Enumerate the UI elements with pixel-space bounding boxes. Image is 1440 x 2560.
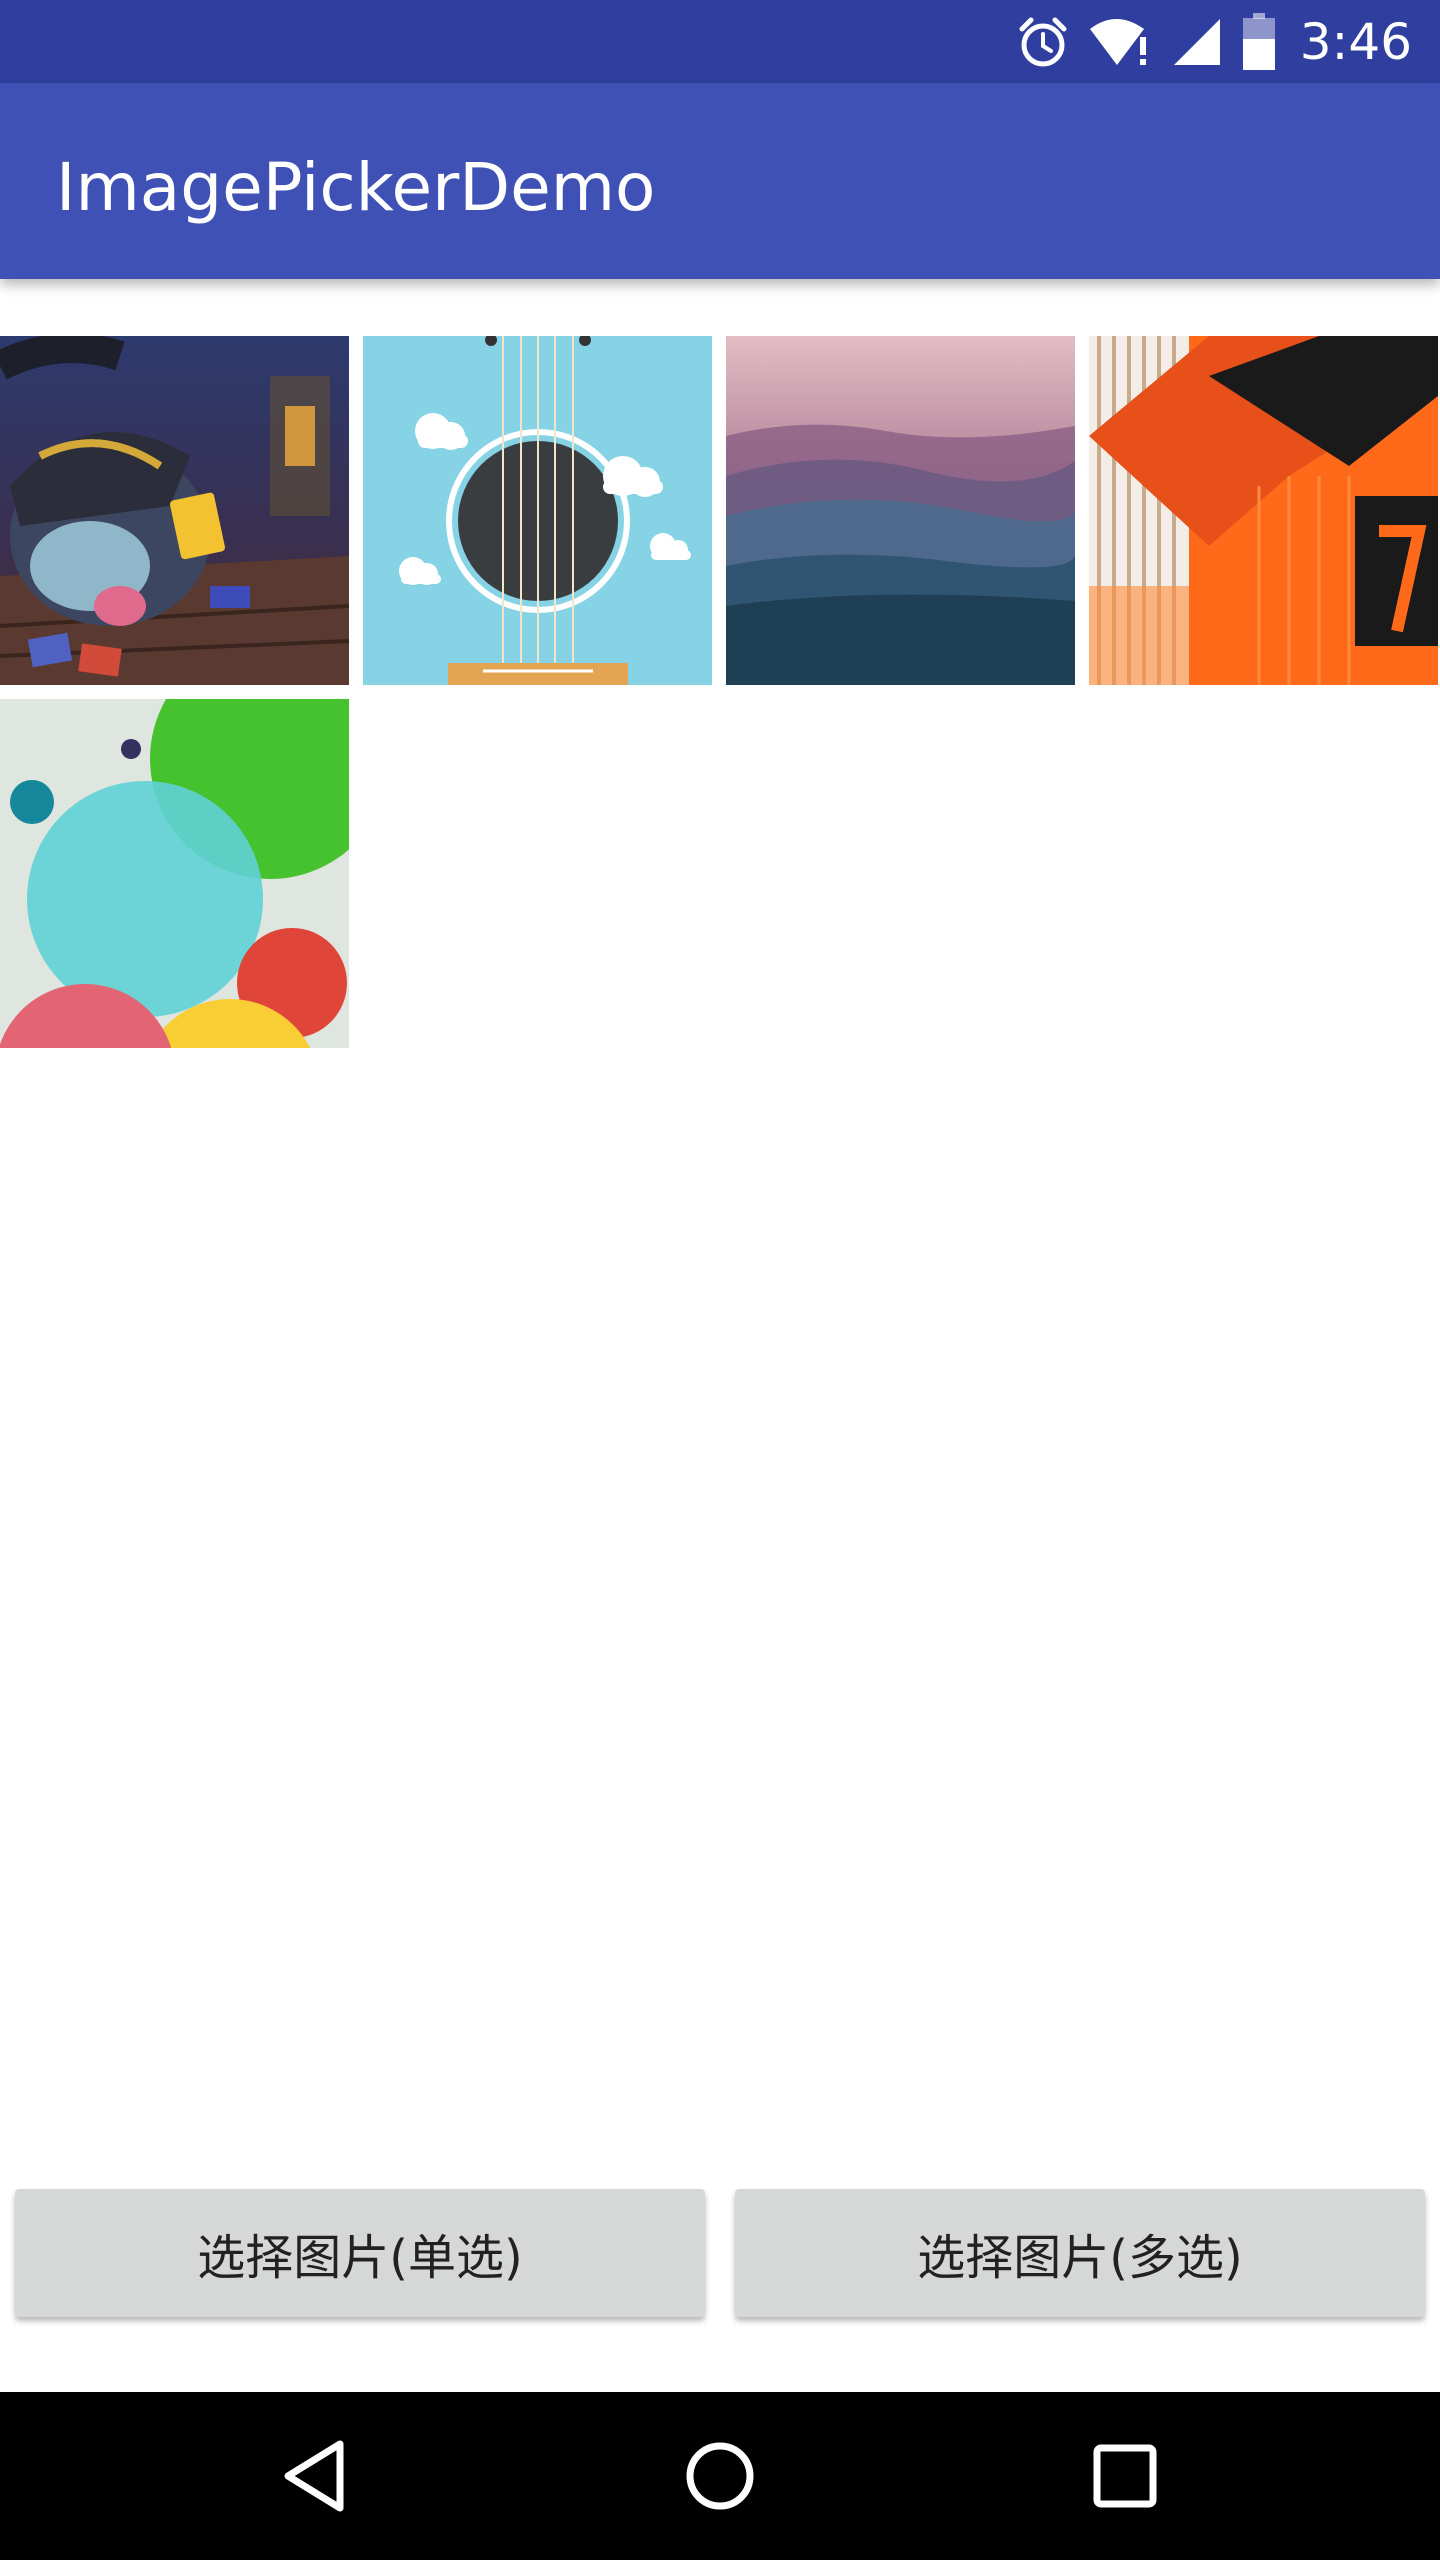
- wifi-icon: [1088, 15, 1152, 69]
- navigation-bar: [0, 2392, 1440, 2560]
- home-icon[interactable]: [620, 2392, 820, 2560]
- recents-icon[interactable]: [1025, 2392, 1225, 2560]
- image-thumb-misty-hills[interactable]: [726, 336, 1075, 685]
- battery-icon: [1242, 12, 1276, 71]
- status-time: 3:46: [1299, 12, 1412, 71]
- image-thumb-guitar[interactable]: [363, 336, 712, 685]
- select-single-image-button[interactable]: 选择图片(单选): [15, 2189, 705, 2317]
- app-title: ImagePickerDemo: [56, 149, 656, 226]
- back-icon[interactable]: [215, 2392, 415, 2560]
- image-thumb-cartoon-cat[interactable]: [0, 336, 349, 685]
- status-icons: 3:46: [1016, 0, 1412, 83]
- app-bar: ImagePickerDemo: [0, 83, 1440, 279]
- select-multiple-images-button[interactable]: 选择图片(多选): [735, 2189, 1425, 2317]
- status-bar: 3:46: [0, 0, 1440, 83]
- image-thumb-colored-circles[interactable]: [0, 699, 349, 1048]
- image-thumb-orange-building[interactable]: [1089, 336, 1438, 685]
- signal-icon: [1170, 15, 1224, 69]
- alarm-icon: [1016, 15, 1070, 69]
